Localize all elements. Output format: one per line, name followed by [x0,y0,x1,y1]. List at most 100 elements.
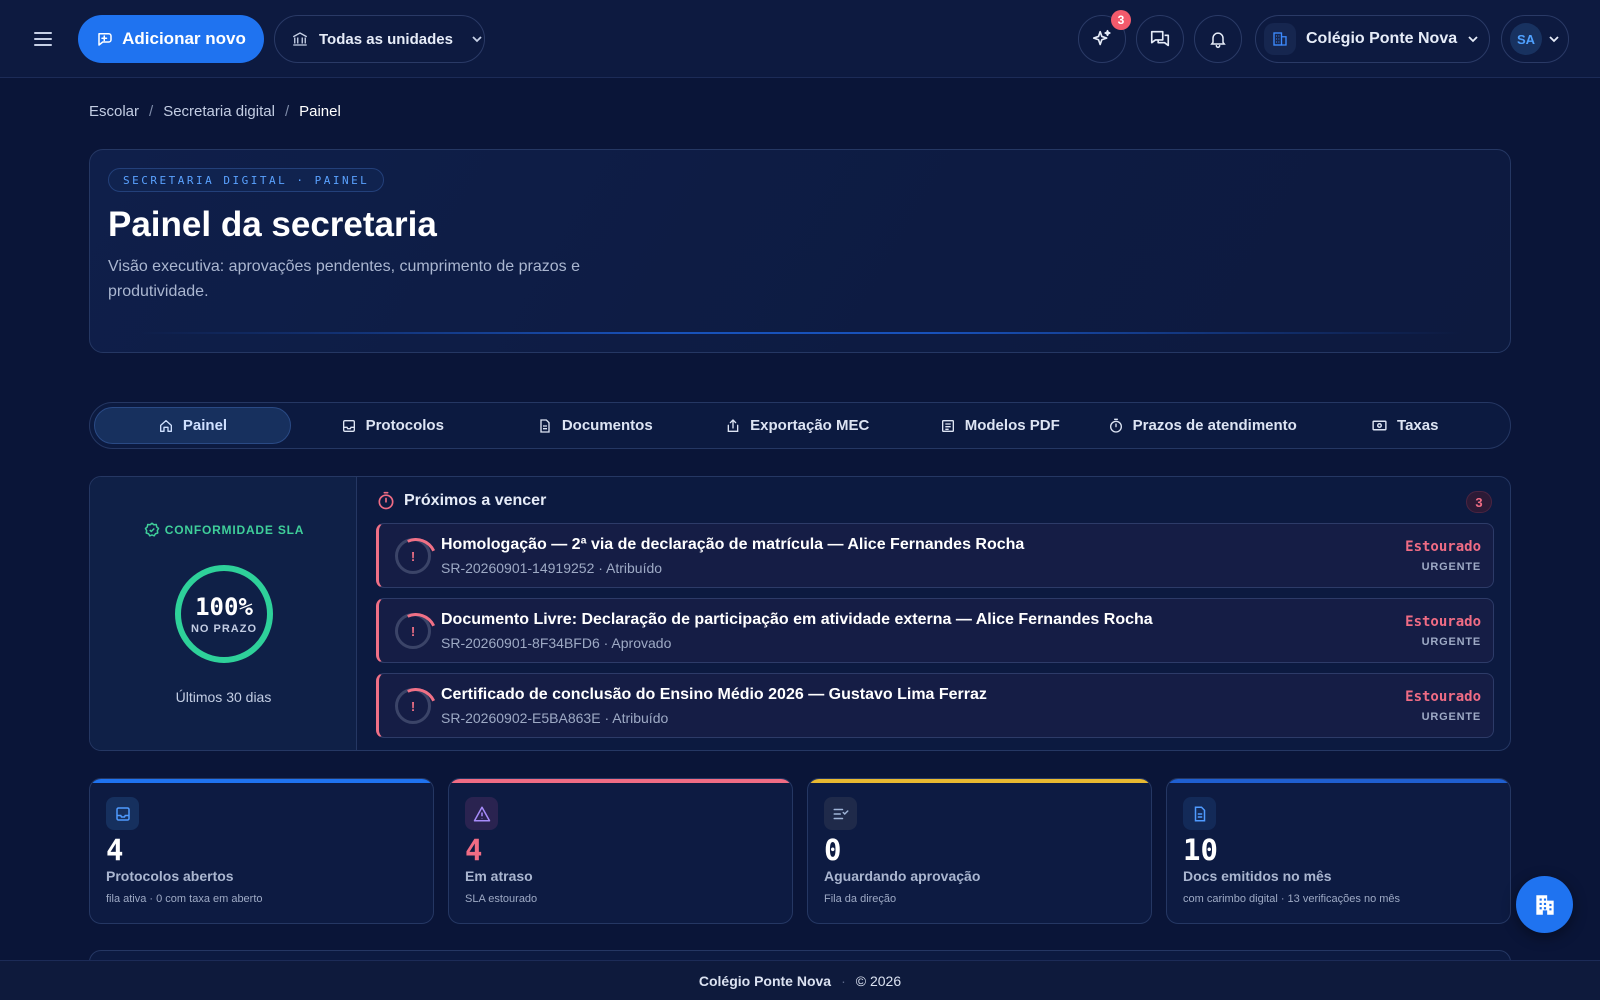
item-title: Homologação — 2ª via de declaração de ma… [441,536,1025,553]
priority-label: URGENTE [1421,561,1481,573]
stat-value: 0 [824,833,842,867]
tab-label: Documentos [561,417,653,434]
stat-value: 4 [465,833,483,867]
tab-documentos[interactable]: Documentos [494,407,697,444]
ai-notification-badge: 3 [1111,10,1131,30]
page-header-card: SECRETARIA DIGITAL · PAINEL Painel da se… [89,149,1511,353]
stat-label: Protocolos abertos [106,868,234,884]
tab-label: Painel [182,417,228,434]
user-menu[interactable]: SA [1501,15,1569,63]
building-columns-icon [292,32,308,46]
list-item[interactable]: ! Certificado de conclusão do Ensino Méd… [376,673,1494,738]
priority-label: URGENTE [1421,636,1481,648]
item-title: Certificado de conclusão do Ensino Médio… [441,686,987,703]
sla-gauge: 100% NO PRAZO [175,565,273,663]
status-badge: Estourado [1405,614,1481,630]
chevron-down-icon [1468,36,1478,43]
list-item[interactable]: ! Documento Livre: Declaração de partici… [376,598,1494,663]
stat-label: Aguardando aprovação [824,868,981,884]
upcoming-title: Próximos a vencer [404,492,547,509]
document-icon [1183,797,1216,830]
approval-list-icon [824,797,857,830]
menu-icon[interactable] [31,27,55,51]
unit-select[interactable]: Todas as unidades [274,15,485,63]
school-name: Colégio Ponte Nova [1306,30,1458,47]
decorative-divider [140,332,1460,334]
section-tabs: Painel Protocolos Documentos Exportação … [89,402,1511,449]
item-meta: SR-20260901-14919252 · Atribuído [441,560,663,576]
stat-card-overdue[interactable]: 4 Em atraso SLA estourado [448,778,793,924]
tab-label: Taxas [1397,417,1439,434]
footer: Colégio Ponte Nova · © 2026 [0,960,1600,1000]
stat-card-open-protocols[interactable]: 4 Protocolos abertos fila ativa · 0 com … [89,778,434,924]
warning-icon [465,797,498,830]
add-new-button[interactable]: Adicionar novo [78,15,264,63]
sla-panel: CONFORMIDADE SLA 100% NO PRAZO Últimos 3… [89,476,1511,751]
breadcrumb-item-secretaria[interactable]: Secretaria digital [163,103,275,120]
stat-label: Docs emitidos no mês [1183,868,1332,884]
page-title: Painel da secretaria [108,205,437,244]
tab-label: Protocolos [365,417,444,434]
tab-exportacao-mec[interactable]: Exportação MEC [696,407,899,444]
document-icon [540,418,550,433]
footer-copyright: © 2026 [855,972,902,989]
overdue-clock-icon: ! [395,613,431,649]
overdue-clock-icon: ! [395,538,431,574]
tab-label: Exportação MEC [750,417,870,434]
item-title: Documento Livre: Declaração de participa… [441,611,1153,628]
tab-modelos-pdf[interactable]: Modelos PDF [899,407,1102,444]
sla-sub-label: NO PRAZO [190,623,258,635]
stat-sub: Fila da direção [824,893,897,905]
school-select[interactable]: Colégio Ponte Nova [1255,15,1490,63]
stat-value: 10 [1183,833,1218,867]
status-badge: Estourado [1405,689,1481,705]
tab-protocolos[interactable]: Protocolos [291,407,494,444]
sla-summary: CONFORMIDADE SLA 100% NO PRAZO Últimos 3… [90,477,357,750]
section-tag: SECRETARIA DIGITAL · PAINEL [108,168,385,192]
timer-icon [378,491,394,510]
inbox-icon [342,419,355,432]
sla-period: Últimos 30 dias [175,689,272,705]
building-icon [1535,894,1554,915]
overdue-clock-icon: ! [395,688,431,724]
tab-taxas[interactable]: Taxas [1304,407,1507,444]
money-icon [1372,420,1387,431]
breadcrumb-item-current: Painel [299,103,341,120]
tab-painel[interactable]: Painel [94,407,291,444]
tab-label: Prazos de atendimento [1132,417,1297,434]
stat-sub: fila ativa · 0 com taxa em aberto [106,893,263,905]
upcoming-list: ! Homologação — 2ª via de declaração de … [376,523,1494,748]
inbox-icon [106,797,139,830]
item-meta: SR-20260902-E5BA863E · Atribuído [441,710,669,726]
ai-assistant-button[interactable]: 3 [1078,10,1131,63]
add-request-icon [98,33,112,46]
tab-prazos[interactable]: Prazos de atendimento [1101,407,1304,444]
footer-brand: Colégio Ponte Nova [698,972,832,989]
chat-icon [1150,30,1170,47]
chevron-down-icon [1549,36,1559,43]
chevron-down-icon [472,36,482,43]
stat-card-docs-issued[interactable]: 10 Docs emitidos no mês com carimbo digi… [1166,778,1511,924]
list-item[interactable]: ! Homologação — 2ª via de declaração de … [376,523,1494,588]
upload-icon [727,418,739,432]
school-quick-action-button[interactable] [1516,876,1573,933]
template-icon [941,419,954,432]
notifications-button[interactable] [1194,15,1242,63]
timer-icon [1109,418,1122,433]
add-new-label: Adicionar novo [122,29,246,48]
upcoming-count-badge: 3 [1466,491,1492,513]
avatar: SA [1510,23,1542,55]
breadcrumb: Escolar / Secretaria digital / Painel [89,103,341,120]
page-description: Visão executiva: aprovações pendentes, c… [108,258,580,300]
breadcrumb-item-escolar[interactable]: Escolar [89,103,139,120]
item-meta: SR-20260901-8F34BFD6 · Aprovado [441,635,672,651]
stat-card-awaiting-approval[interactable]: 0 Aguardando aprovação Fila da direção [807,778,1152,924]
tab-label: Modelos PDF [964,417,1060,434]
sparkles-icon [1092,29,1111,46]
messages-button[interactable] [1136,15,1184,63]
upcoming-header: Próximos a vencer [376,491,546,511]
unit-select-value: Todas as unidades [319,30,453,48]
sla-label: CONFORMIDADE SLA [90,521,357,539]
status-badge: Estourado [1405,539,1481,555]
shield-check-icon [144,522,160,537]
